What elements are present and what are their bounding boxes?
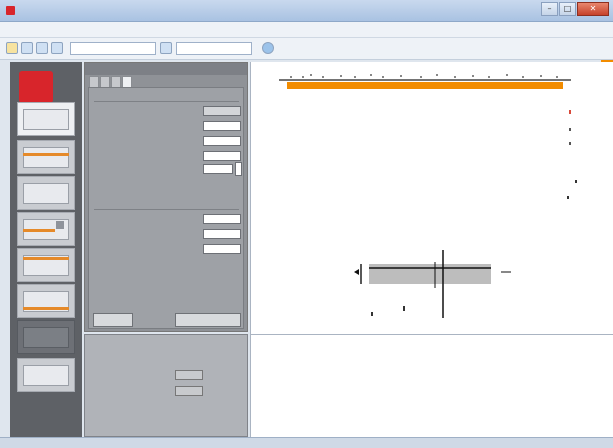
profile-notch-icon <box>56 221 64 229</box>
section-drawing <box>279 74 577 318</box>
result-value-2 <box>175 386 203 396</box>
result-value-1 <box>175 370 203 380</box>
open-icon[interactable] <box>21 42 33 54</box>
profile-selector <box>10 62 82 437</box>
input-3[interactable] <box>203 136 241 146</box>
toolbar <box>0 38 613 60</box>
panel-left-button[interactable] <box>93 313 133 327</box>
app-icon <box>6 6 15 15</box>
results-panel <box>84 334 248 437</box>
maximize-button[interactable]: □ <box>559 2 576 16</box>
window-controls: – □ ✕ <box>540 2 609 18</box>
panel-header <box>85 63 247 75</box>
profile-type-1[interactable] <box>17 102 75 136</box>
help-icon[interactable] <box>262 42 274 54</box>
section-body <box>369 264 491 284</box>
profile-type-2[interactable] <box>17 140 75 174</box>
tab-1[interactable] <box>89 76 99 87</box>
menu-bar <box>0 22 613 38</box>
message-pane <box>250 334 613 437</box>
profile-type-6[interactable] <box>17 284 75 318</box>
title-bar: – □ ✕ <box>0 0 613 22</box>
close-button[interactable]: ✕ <box>577 2 609 16</box>
toolbar-combo-1[interactable] <box>70 42 156 55</box>
input-tabs <box>89 76 133 87</box>
print-icon[interactable] <box>51 42 63 54</box>
profile-shape-icon <box>23 327 69 348</box>
new-icon[interactable] <box>6 42 18 54</box>
marker <box>403 306 405 311</box>
profile-flange-icon <box>23 153 69 156</box>
beam-flange <box>287 82 563 89</box>
input-1[interactable] <box>203 106 241 116</box>
save-icon[interactable] <box>36 42 48 54</box>
marker <box>575 180 577 183</box>
marker <box>569 142 571 145</box>
settings-icon[interactable] <box>160 42 172 54</box>
profile-shape-icon <box>23 183 69 204</box>
tab-4[interactable] <box>122 76 132 87</box>
profile-type-8[interactable] <box>17 358 75 392</box>
input-7[interactable] <box>203 229 241 239</box>
toolbar-combo-2[interactable] <box>176 42 252 55</box>
marker <box>569 110 571 114</box>
marker <box>567 196 569 199</box>
tab-2[interactable] <box>100 76 110 87</box>
profile-flange-icon <box>23 229 55 232</box>
marker <box>371 312 373 316</box>
panel-right-button[interactable] <box>175 313 241 327</box>
profile-flange-icon <box>23 257 69 260</box>
status-bar <box>0 437 613 448</box>
tab-3[interactable] <box>111 76 121 87</box>
input-2[interactable] <box>203 121 241 131</box>
profile-shape-icon <box>23 109 69 130</box>
panel-body <box>88 87 244 329</box>
input-6[interactable] <box>203 214 241 224</box>
divider <box>94 101 239 102</box>
divider <box>94 209 239 210</box>
spin-button[interactable] <box>235 162 242 176</box>
drawing-canvas[interactable] <box>250 62 613 334</box>
input-4[interactable] <box>203 151 241 161</box>
profile-shape-icon <box>23 365 69 386</box>
minimize-button[interactable]: – <box>541 2 558 16</box>
dimension-ticks <box>290 74 558 78</box>
profile-type-3[interactable] <box>17 176 75 210</box>
profile-shape-icon <box>23 147 69 168</box>
input-5[interactable] <box>203 164 233 174</box>
arrow-left-icon <box>354 269 359 275</box>
input-panel <box>84 62 248 332</box>
profile-type-5[interactable] <box>17 248 75 282</box>
marker <box>569 128 571 131</box>
app-window: – □ ✕ <box>0 0 613 448</box>
profile-flange-icon <box>23 307 69 310</box>
input-8[interactable] <box>203 244 241 254</box>
profile-type-4[interactable] <box>17 212 75 246</box>
brand-logo <box>19 71 53 103</box>
profile-type-7[interactable] <box>17 320 75 354</box>
